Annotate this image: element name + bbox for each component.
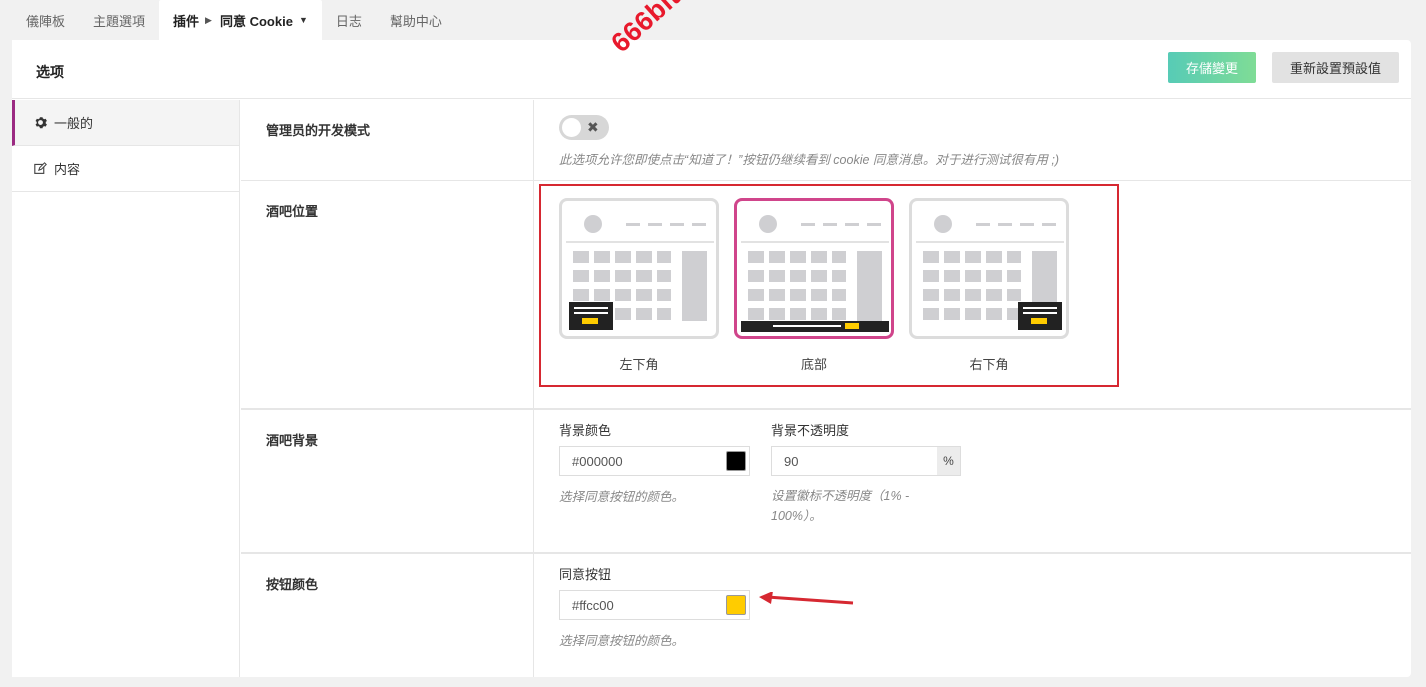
tab-label: 插件 — [173, 13, 200, 29]
input-value: #000000 — [572, 453, 623, 469]
field-label: 背景不透明度 — [771, 423, 850, 438]
grid-placeholder — [748, 251, 846, 321]
tab-log[interactable]: 日志 — [322, 0, 376, 40]
tab-theme-options[interactable]: 主題選項 — [79, 0, 159, 40]
nav-placeholder — [976, 223, 1058, 226]
setting-label: 酒吧背景 — [241, 410, 534, 552]
setting-label: 酒吧位置 — [241, 181, 534, 408]
setting-row-bar-background: 酒吧背景 背景颜色 #000000 选择同意按钮的颜色。 背景不透明度 90 %… — [241, 409, 1411, 553]
sidebar-item-content[interactable]: 内容 — [12, 146, 239, 192]
reset-defaults-button[interactable]: 重新設置預設值 — [1272, 52, 1399, 83]
divider — [916, 241, 1064, 243]
tab-help-center[interactable]: 幫助中心 — [376, 0, 456, 40]
cookie-bar-preview — [741, 321, 889, 332]
tab-label: 儀陣板 — [26, 13, 66, 29]
tab-label: 日志 — [335, 13, 362, 29]
sidebar: 一般的 内容 — [12, 100, 240, 677]
edit-icon — [34, 162, 50, 175]
tab-sub-label: 同意 Cookie — [219, 13, 293, 29]
tab-label: 幫助中心 — [389, 13, 442, 29]
annotation-arrow-icon — [759, 592, 854, 605]
close-icon: ✖ — [587, 119, 599, 135]
tab-label: 主題選項 — [93, 13, 146, 29]
avatar-placeholder — [584, 215, 602, 233]
nav-placeholder — [626, 223, 708, 226]
color-swatch[interactable] — [726, 451, 746, 471]
options-panel: 选项 存儲變更 重新設置預設值 一般的 内容 管理员的开发模式 ✖ 此选项允许您… — [12, 40, 1411, 677]
sidebar-item-label: 一般的 — [54, 116, 94, 131]
tab-plugins[interactable]: 插件 ▶ 同意 Cookie ▼ — [159, 0, 322, 40]
sidebar-placeholder — [682, 251, 707, 321]
setting-label: 按钮颜色 — [241, 554, 534, 677]
avatar-placeholder — [759, 215, 777, 233]
help-text: 选择同意按钮的颜色。 — [559, 490, 685, 504]
field-label: 同意按钮 — [559, 567, 612, 582]
divider — [741, 241, 889, 243]
setting-label: 管理员的开发模式 — [241, 100, 534, 180]
help-text: 选择同意按钮的颜色。 — [559, 634, 685, 648]
top-navigation: 儀陣板 主題選項 插件 ▶ 同意 Cookie ▼ 日志 幫助中心 — [12, 0, 456, 40]
tab-dashboard[interactable]: 儀陣板 — [12, 0, 79, 40]
dev-mode-toggle[interactable]: ✖ — [559, 115, 609, 140]
help-line: 设置徽标不透明度（1% - — [771, 489, 910, 503]
sidebar-item-general[interactable]: 一般的 — [12, 100, 239, 146]
position-label: 左下角 — [619, 357, 659, 372]
position-option-bottom-right[interactable] — [909, 198, 1069, 339]
cookie-bar-preview — [1018, 302, 1062, 330]
chevron-down-icon: ▼ — [298, 15, 308, 25]
save-button[interactable]: 存儲變更 — [1168, 52, 1256, 83]
sidebar-placeholder — [857, 251, 882, 321]
settings-content: 管理员的开发模式 ✖ 此选项允许您即使点击“知道了！”按钮仍继续看到 cooki… — [241, 100, 1411, 677]
help-text: 此选项允许您即使点击“知道了！”按钮仍继续看到 cookie 同意消息。对于进行… — [559, 153, 1060, 167]
percent-addon: % — [937, 446, 961, 476]
help-text: 设置徽标不透明度（1% - 100%）。 — [771, 486, 961, 526]
position-label: 右下角 — [969, 357, 1009, 372]
nav-placeholder — [801, 223, 883, 226]
sidebar-item-label: 内容 — [54, 162, 81, 177]
divider — [566, 241, 714, 243]
toggle-knob — [562, 118, 581, 137]
input-value: 90 — [784, 453, 799, 469]
page-title: 选项 — [36, 64, 64, 80]
setting-row-dev-mode: 管理员的开发模式 ✖ 此选项允许您即使点击“知道了！”按钮仍继续看到 cooki… — [241, 100, 1411, 181]
position-label: 底部 — [800, 357, 827, 372]
background-color-input[interactable]: #000000 — [559, 446, 750, 476]
help-line: 100%）。 — [771, 509, 822, 523]
position-options-highlight: 左下角 底部 右下角 — [539, 184, 1119, 387]
setting-row-button-color: 按钮颜色 同意按钮 #ffcc00 选择同意按钮的颜色。 — [241, 553, 1411, 677]
cookie-bar-preview — [569, 302, 613, 330]
avatar-placeholder — [934, 215, 952, 233]
input-value: #ffcc00 — [572, 597, 614, 613]
position-option-bottom[interactable] — [734, 198, 894, 339]
panel-header: 选项 存儲變更 重新設置預設值 — [12, 40, 1411, 99]
setting-row-bar-position: 酒吧位置 左下角 底部 右下角 — [241, 181, 1411, 409]
grid-placeholder — [923, 251, 1021, 321]
button-color-input[interactable]: #ffcc00 — [559, 590, 750, 620]
color-swatch[interactable] — [726, 595, 746, 615]
chevron-right-icon: ▶ — [205, 14, 212, 25]
opacity-input[interactable]: 90 — [771, 446, 938, 476]
position-option-bottom-left[interactable] — [559, 198, 719, 339]
field-label: 背景颜色 — [559, 423, 612, 438]
gear-icon — [34, 116, 50, 129]
